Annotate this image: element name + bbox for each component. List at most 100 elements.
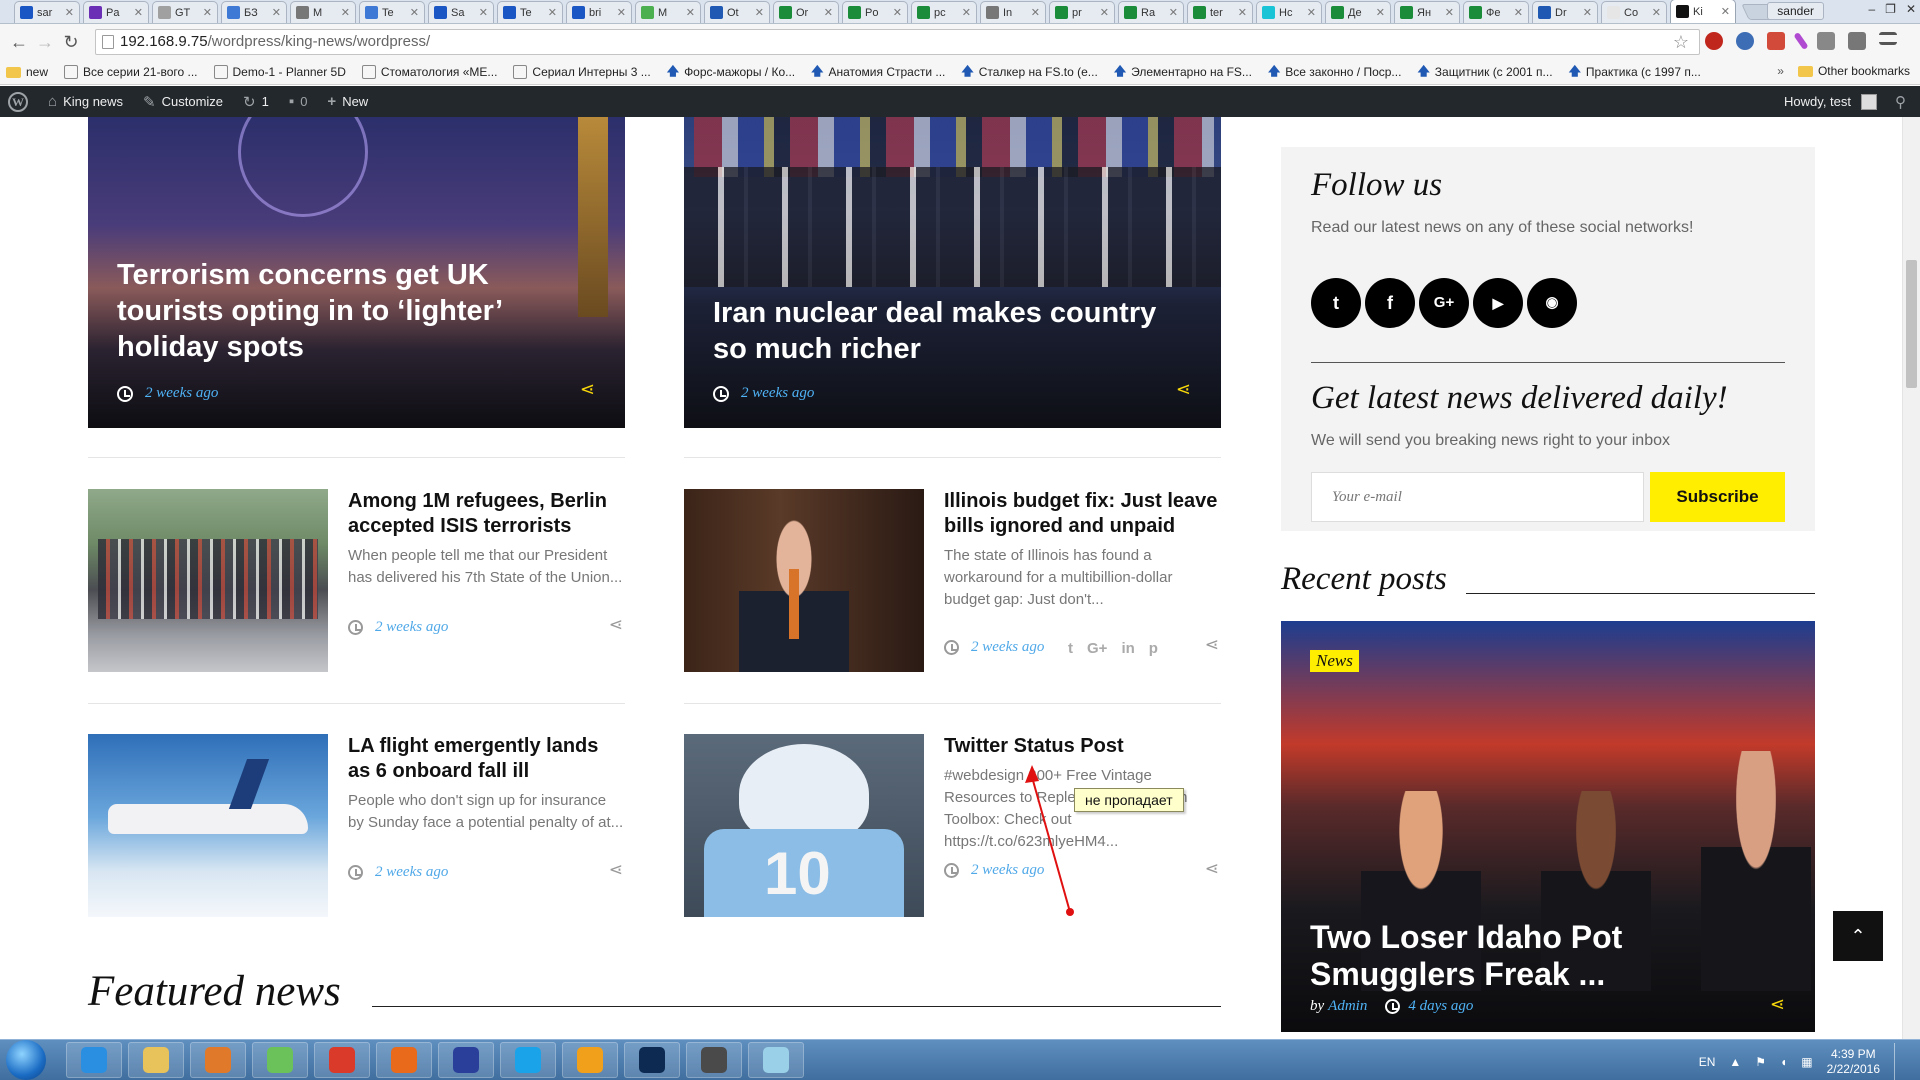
browser-tab[interactable]: Pa ✕ — [83, 1, 149, 23]
tab-close-icon[interactable]: ✕ — [755, 6, 764, 19]
browser-tab[interactable]: ter ✕ — [1187, 1, 1253, 23]
browser-tab[interactable]: M ✕ — [290, 1, 356, 23]
email-field[interactable]: Your e-mail — [1311, 472, 1644, 522]
bookmark-item[interactable]: 🡅 Защитник (с 2001 п... — [1417, 62, 1552, 83]
tab-close-icon[interactable]: ✕ — [65, 6, 74, 19]
browser-tab[interactable]: Te ✕ — [497, 1, 563, 23]
browser-tab[interactable]: bri ✕ — [566, 1, 632, 23]
post-thumbnail[interactable] — [88, 734, 328, 917]
taskbar-sublime-text-icon[interactable] — [686, 1042, 742, 1078]
taskbar-gadget-icon[interactable] — [252, 1042, 308, 1078]
tab-close-icon[interactable]: ✕ — [479, 6, 488, 19]
post-date[interactable]: 2 weeks ago — [375, 864, 448, 881]
tab-close-icon[interactable]: ✕ — [410, 6, 419, 19]
post-thumbnail[interactable] — [684, 489, 924, 672]
browser-tab[interactable]: Ki ✕ — [1670, 0, 1736, 23]
tab-close-icon[interactable]: ✕ — [824, 6, 833, 19]
taskbar-chrome-icon[interactable] — [314, 1042, 370, 1078]
tab-close-icon[interactable]: ✕ — [617, 6, 626, 19]
pen-icon[interactable] — [1793, 31, 1809, 51]
bookmark-item[interactable]: 🡅 Анатомия Страсти ... — [811, 62, 945, 83]
taskbar-firefox-icon[interactable] — [376, 1042, 432, 1078]
bookmark-item[interactable]: 🡅 Форс-мажоры / Ко... — [667, 62, 795, 83]
google-plus-share-icon[interactable]: G+ — [1087, 640, 1107, 657]
updates-link[interactable]: ↻ 1 — [243, 93, 269, 111]
browser-tab[interactable]: Te ✕ — [359, 1, 425, 23]
share-icon[interactable]: ⋖ — [609, 615, 623, 635]
forward-button[interactable]: → — [32, 32, 58, 53]
browser-tab[interactable]: Ян ✕ — [1394, 1, 1460, 23]
twitter-share-icon[interactable]: t — [1068, 640, 1073, 657]
tab-close-icon[interactable]: ✕ — [1721, 5, 1730, 18]
share-icon[interactable]: ⋖ — [1205, 859, 1219, 879]
post-thumbnail[interactable]: 10 — [684, 734, 924, 917]
reload-button[interactable]: ↻ — [58, 32, 84, 53]
extension-square-icon[interactable] — [1848, 32, 1866, 50]
post-title[interactable]: Twitter Status Post — [944, 734, 1221, 759]
browser-tab[interactable]: Hc ✕ — [1256, 1, 1322, 23]
bookmark-star-icon[interactable]: ☆ — [1673, 30, 1689, 54]
taskbar-sublime-ish-icon[interactable] — [562, 1042, 618, 1078]
network-icon[interactable]: ▦ — [1801, 1055, 1812, 1069]
search-icon[interactable]: ⚲ — [1895, 93, 1906, 111]
tab-close-icon[interactable]: ✕ — [1100, 6, 1109, 19]
bookmark-item[interactable]: 🡅 Элементарно на FS... — [1114, 62, 1252, 83]
scrollbar-thumb[interactable] — [1906, 260, 1917, 388]
profile-button[interactable]: sander — [1767, 2, 1824, 20]
browser-tab[interactable]: Dr ✕ — [1532, 1, 1598, 23]
recent-post-card[interactable]: News Two Loser Idaho Pot Smugglers Freak… — [1281, 621, 1815, 1032]
browser-tab[interactable]: pc ✕ — [911, 1, 977, 23]
customize-link[interactable]: ✎ Customize — [143, 93, 223, 111]
pinterest-share-icon[interactable]: p — [1149, 640, 1158, 657]
share-icon[interactable]: ⋖ — [1770, 994, 1785, 1015]
browser-tab[interactable]: GT ✕ — [152, 1, 218, 23]
tab-close-icon[interactable]: ✕ — [134, 6, 143, 19]
author-link[interactable]: Admin — [1328, 998, 1367, 1015]
close-window-button[interactable]: ✕ — [1906, 2, 1916, 16]
twitter-icon[interactable]: t — [1311, 278, 1361, 328]
bookmark-item[interactable]: 🡅 Практика (с 1997 п... — [1569, 62, 1701, 83]
adblock-icon[interactable] — [1705, 32, 1723, 50]
tab-close-icon[interactable]: ✕ — [341, 6, 350, 19]
back-to-top-button[interactable]: ⌃ — [1833, 911, 1883, 961]
browser-tab[interactable]: Co ✕ — [1601, 1, 1667, 23]
browser-tab[interactable]: Sa ✕ — [428, 1, 494, 23]
taskbar-misc-app-icon[interactable] — [748, 1042, 804, 1078]
comments-link[interactable]: ▪ 0 — [289, 93, 308, 110]
rss-icon[interactable]: ◉ — [1527, 278, 1577, 328]
tab-close-icon[interactable]: ✕ — [1652, 6, 1661, 19]
share-icon[interactable]: ⋖ — [580, 379, 595, 400]
category-badge[interactable]: News — [1310, 650, 1359, 672]
tab-close-icon[interactable]: ✕ — [1031, 6, 1040, 19]
bookmark-item[interactable]: Сериал Интерны 3 ... — [513, 65, 651, 79]
hero-date[interactable]: 2 weeks ago — [145, 385, 218, 402]
wordpress-logo-icon[interactable]: W — [8, 91, 28, 112]
maximize-button[interactable]: ❐ — [1885, 2, 1896, 16]
taskbar-save-app-icon[interactable] — [438, 1042, 494, 1078]
avatar[interactable] — [1861, 93, 1877, 110]
browser-tab[interactable]: БЗ ✕ — [221, 1, 287, 23]
hero-post-iran[interactable]: Iran nuclear deal makes country so much … — [684, 117, 1221, 428]
bookmark-item[interactable]: 🡅 Все законно / Поср... — [1268, 62, 1402, 83]
taskbar-ie-icon[interactable] — [66, 1042, 122, 1078]
extension-gray-icon[interactable] — [1817, 32, 1835, 50]
post-date[interactable]: 2 weeks ago — [375, 619, 448, 636]
back-button[interactable]: ← — [6, 32, 32, 53]
browser-tab[interactable]: pr ✕ — [1049, 1, 1115, 23]
browser-tab[interactable]: In ✕ — [980, 1, 1046, 23]
tab-close-icon[interactable]: ✕ — [203, 6, 212, 19]
recent-post-title[interactable]: Two Loser Idaho Pot Smugglers Freak ... — [1310, 919, 1795, 993]
share-icon[interactable]: ⋖ — [609, 860, 623, 880]
taskbar-clock[interactable]: 4:39 PM 2/22/2016 — [1827, 1047, 1880, 1077]
overflow-chevron-icon[interactable]: » — [1777, 64, 1784, 78]
browser-tab[interactable]: Фе ✕ — [1463, 1, 1529, 23]
browser-tab[interactable]: M ✕ — [635, 1, 701, 23]
tab-close-icon[interactable]: ✕ — [1376, 6, 1385, 19]
hero-date[interactable]: 2 weeks ago — [741, 385, 814, 402]
taskbar-media-player-icon[interactable] — [190, 1042, 246, 1078]
post-title[interactable]: LA flight emergently lands as 6 onboard … — [348, 734, 625, 784]
post-title[interactable]: Illinois budget fix: Just leave bills ig… — [944, 489, 1221, 539]
browser-tab[interactable]: Ot ✕ — [704, 1, 770, 23]
new-content-link[interactable]: + New — [327, 93, 368, 110]
taskbar-skype-icon[interactable] — [500, 1042, 556, 1078]
